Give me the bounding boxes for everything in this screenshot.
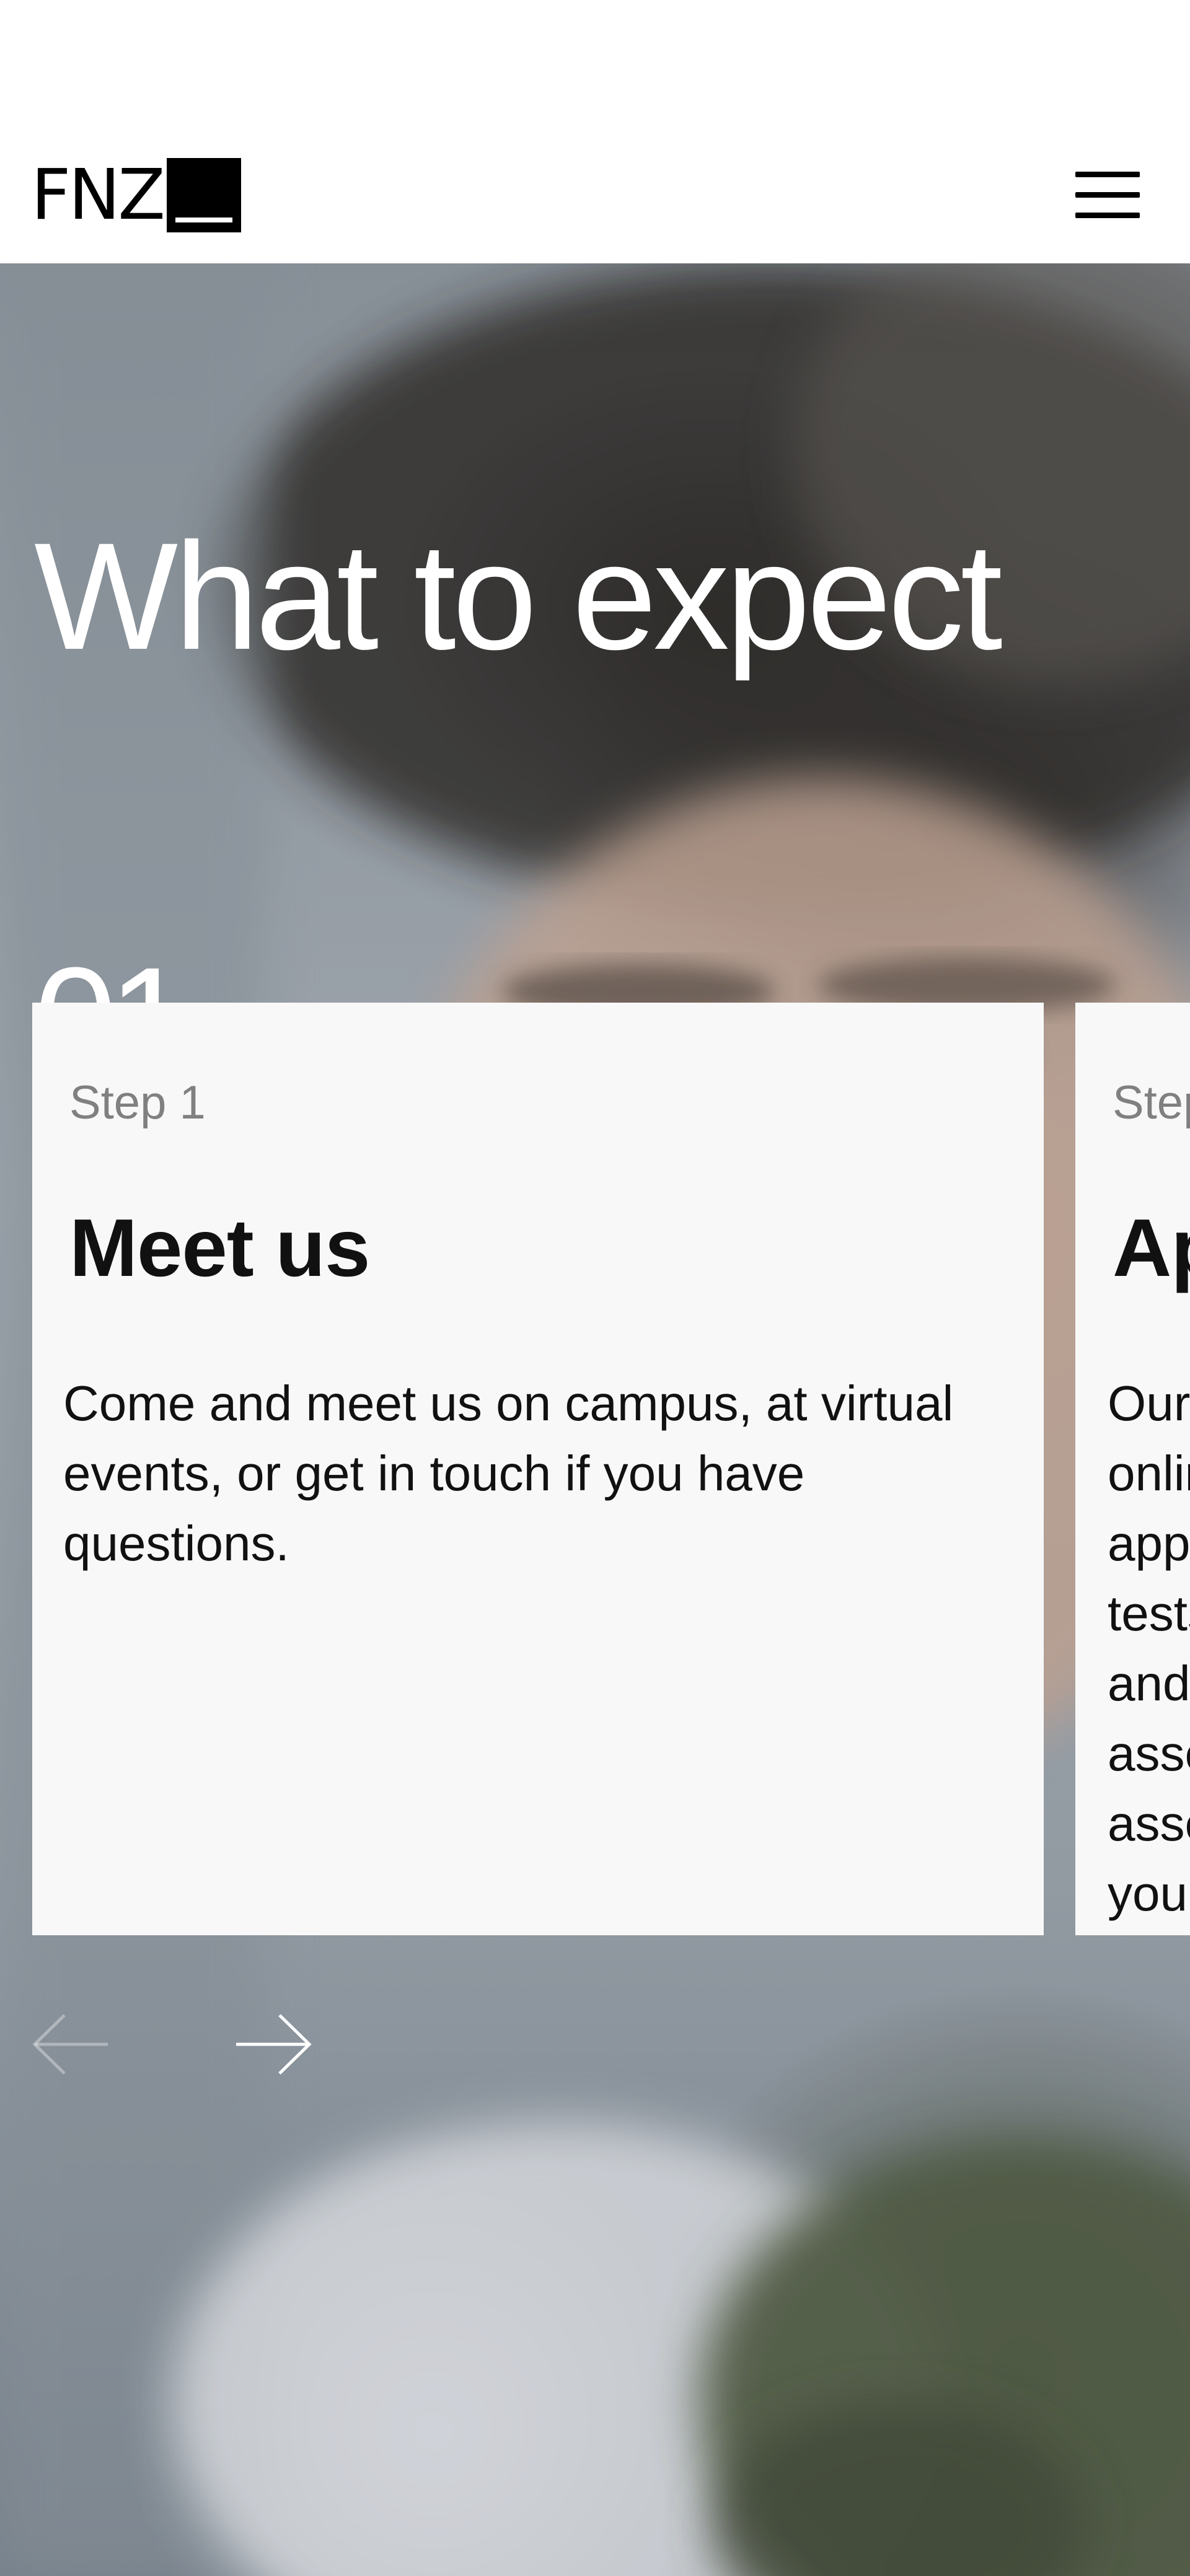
site-header: FNZ	[0, 0, 1190, 263]
logo-block-icon	[166, 158, 241, 232]
carousel-prev-button[interactable]	[31, 2010, 112, 2078]
menu-bar-middle	[1075, 192, 1140, 198]
card-body: Come and meet us on campus, at virtual e…	[63, 1376, 954, 1571]
card-body: Our online application, tests and assess…	[1108, 1376, 1190, 1921]
fnz-logo[interactable]: FNZ	[31, 158, 241, 232]
arrow-left-icon	[32, 2014, 108, 2075]
card-title: Apply	[1113, 1202, 1190, 1293]
card-title: Meet us	[69, 1202, 370, 1293]
carousel-next-button[interactable]	[232, 2010, 313, 2078]
arrow-right-icon	[236, 2014, 312, 2075]
logo-wordmark: FNZ	[31, 155, 165, 235]
menu-bar-top	[1075, 172, 1140, 177]
menu-bar-bottom	[1075, 213, 1140, 218]
card-step-label: Step 2	[1113, 1076, 1190, 1129]
step-card-1: Step 1 Meet us Come and meet us on campu…	[32, 1003, 1044, 1935]
card-step-label: Step 1	[69, 1076, 206, 1129]
hamburger-menu-icon[interactable]	[1075, 172, 1140, 219]
step-card-2: Step 2 Apply Our online application, tes…	[1075, 1003, 1190, 1935]
section-title: What to expect	[34, 511, 1003, 682]
